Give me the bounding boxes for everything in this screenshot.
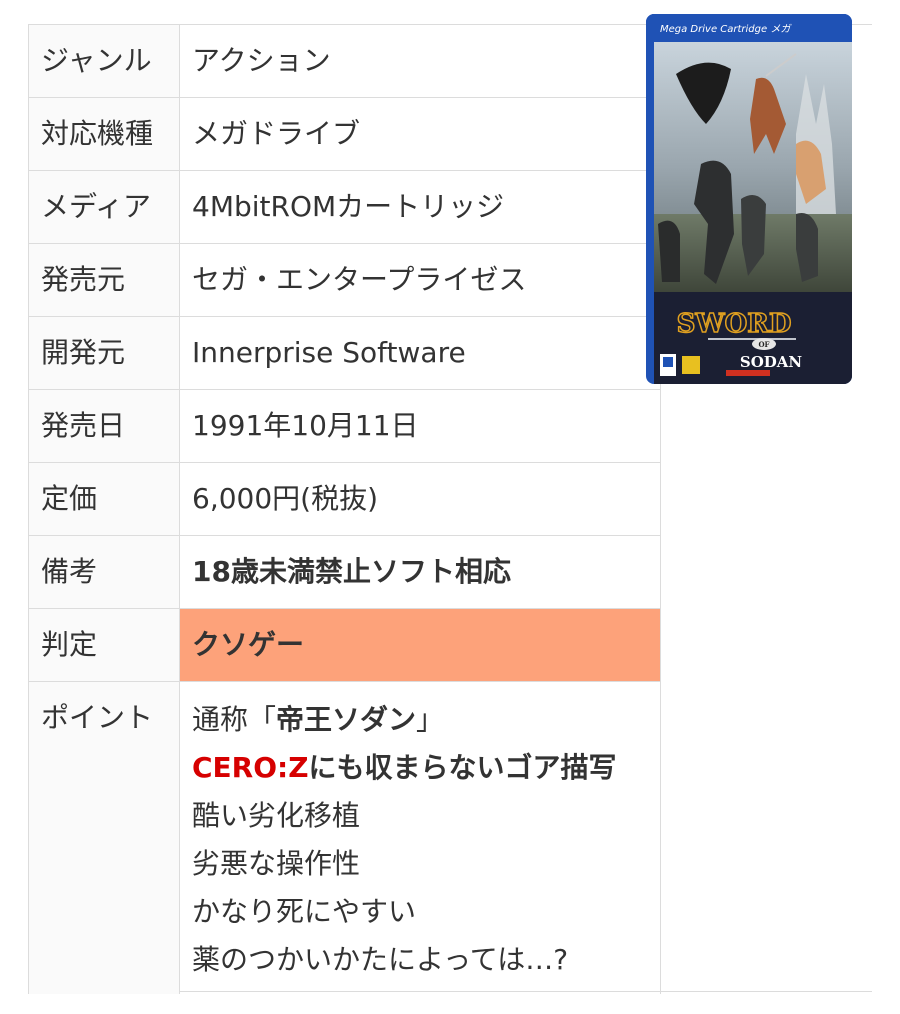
cover-title-sword: SWORD	[677, 309, 792, 339]
row-label: 対応機種	[28, 97, 180, 171]
point-nickname: 通称「帝王ソダン」	[192, 696, 648, 744]
row-value: セガ・エンタープライゼス	[179, 243, 661, 317]
row-value: メガドライブ	[179, 97, 661, 171]
row-label: ポイント	[28, 681, 180, 994]
table-row: 対応機種 メガドライブ	[28, 97, 661, 171]
point-gore: CERO:Zにも収まらないゴア描写	[192, 744, 648, 792]
point-text: 通称「	[192, 703, 277, 736]
game-info-table: ジャンル アクション 対応機種 メガドライブ メディア 4MbitROMカートリ…	[28, 25, 661, 994]
table-row: 開発元 Innerprise Software	[28, 316, 661, 390]
point-text: 」	[416, 703, 445, 736]
row-value: 6,000円(税抜)	[179, 462, 661, 536]
judgement-badge: クソゲー	[179, 608, 661, 682]
cover-title-sodan: SODAN	[740, 353, 803, 371]
point-bold: にも収まらないゴア描写	[308, 751, 617, 784]
row-label: 開発元	[28, 316, 180, 390]
row-value: Innerprise Software	[179, 316, 661, 390]
row-value: 1991年10月11日	[179, 389, 661, 463]
row-label: ジャンル	[28, 25, 180, 98]
points-list: 通称「帝王ソダン」 CERO:Zにも収まらないゴア描写 酷い劣化移植 劣悪な操作…	[179, 681, 661, 994]
row-label: 備考	[28, 535, 180, 609]
point-item: 酷い劣化移植	[192, 799, 361, 832]
row-label: 発売日	[28, 389, 180, 463]
point-item: 薬のつかいかたによっては…?	[192, 943, 569, 976]
table-row: 発売日 1991年10月11日	[28, 389, 661, 463]
table-row: 定価 6,000円(税抜)	[28, 462, 661, 536]
cover-title-of: OF	[758, 340, 769, 349]
table-row: 発売元 セガ・エンタープライゼス	[28, 243, 661, 317]
table-row: 判定 クソゲー	[28, 608, 661, 682]
table-row: 備考 18歳未満禁止ソフト相応	[28, 535, 661, 609]
table-row: ポイント 通称「帝王ソダン」 CERO:Zにも収まらないゴア描写 酷い劣化移植 …	[28, 681, 661, 994]
age-warning-note: 18歳未満禁止ソフト相応	[179, 535, 661, 609]
point-bold: 帝王ソダン	[276, 703, 417, 736]
cover-artwork: Mega Drive Cartridge メガ SWORD OF SODAN	[646, 14, 852, 384]
row-label: メディア	[28, 170, 180, 244]
game-cover-image[interactable]: Mega Drive Cartridge メガ SWORD OF SODAN	[646, 14, 852, 384]
row-value: 4MbitROMカートリッジ	[179, 170, 661, 244]
row-value: アクション	[179, 25, 661, 98]
cero-rating-text: CERO:Z	[192, 751, 309, 784]
row-label: 発売元	[28, 243, 180, 317]
row-label: 判定	[28, 608, 180, 682]
row-label: 定価	[28, 462, 180, 536]
cover-header-text: Mega Drive Cartridge メガ	[660, 23, 792, 35]
point-item: 劣悪な操作性	[192, 847, 361, 880]
point-item: かなり死にやすい	[192, 895, 417, 928]
table-row: メディア 4MbitROMカートリッジ	[28, 170, 661, 244]
table-row: ジャンル アクション	[28, 25, 661, 98]
